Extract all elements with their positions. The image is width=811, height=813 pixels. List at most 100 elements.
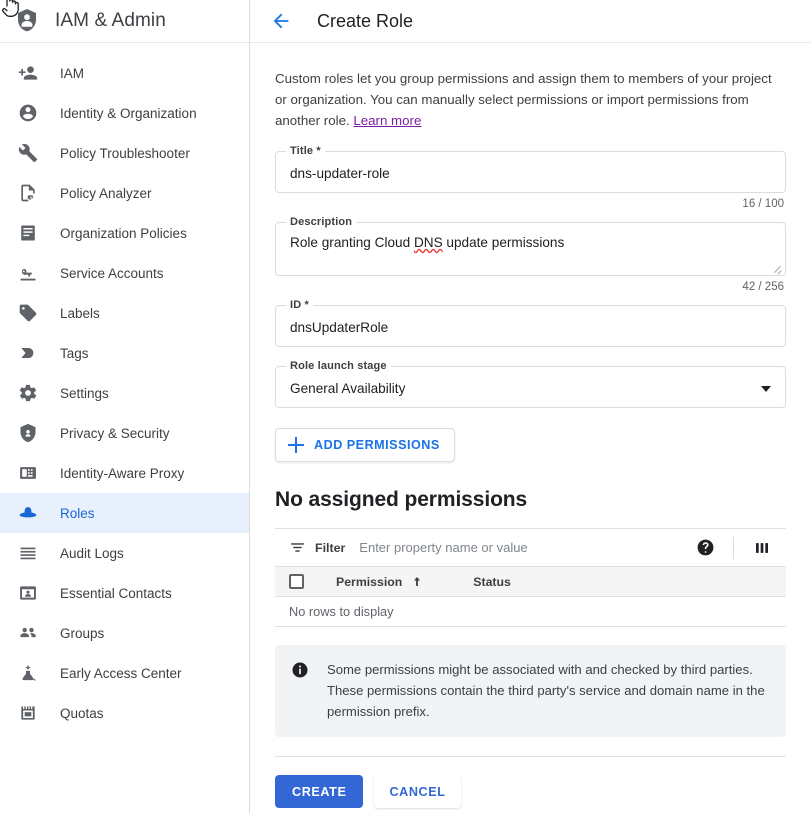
sidebar-item-policy-analyzer[interactable]: Policy Analyzer [0,173,249,213]
arrow-back-icon[interactable] [269,9,293,33]
sidebar-item-label: Settings [60,386,109,401]
sidebar-item-privacy-security[interactable]: Privacy & Security [0,413,249,453]
intro-paragraph: Custom roles let you group permissions a… [275,43,786,131]
description-text-after: update permissions [443,235,565,250]
sidebar-item-label: Policy Troubleshooter [60,146,190,161]
sidebar: IAM & Admin IAM Identity & Organization [0,0,250,813]
sidebar-item-label: Quotas [60,706,104,721]
key-card-icon [17,262,39,284]
tag-icon [17,302,39,324]
sort-ascending-icon[interactable] [411,575,423,588]
launch-stage-label: Role launch stage [286,360,391,372]
sidebar-item-quotas[interactable]: Quotas [0,693,249,733]
description-misspelled-word: DNS [414,235,443,250]
sidebar-item-iam[interactable]: IAM [0,53,249,93]
permissions-section-title: No assigned permissions [275,488,786,512]
launch-stage-value: General Availability [290,380,405,398]
description-input[interactable]: Description Role granting Cloud DNS upda… [275,222,786,276]
person-add-icon [17,62,39,84]
sidebar-item-early-access-center[interactable]: Early Access Center [0,653,249,693]
cancel-button[interactable]: CANCEL [374,775,460,808]
plus-icon [287,436,305,454]
create-button[interactable]: CREATE [275,775,363,808]
add-permissions-button[interactable]: ADD PERMISSIONS [275,428,455,462]
sidebar-item-label: Labels [60,306,100,321]
sidebar-item-label: Identity-Aware Proxy [60,466,184,481]
select-all-checkbox[interactable] [289,574,304,589]
action-buttons: CREATE CANCEL [275,775,786,808]
info-callout-text: Some permissions might be associated wit… [327,659,770,722]
sidebar-item-groups[interactable]: Groups [0,613,249,653]
list-document-icon [17,222,39,244]
sidebar-item-roles[interactable]: Roles [0,493,249,533]
textarea-resize-handle[interactable] [772,263,782,273]
id-field-wrapper: ID * dnsUpdaterRole [275,305,786,347]
sidebar-item-label: Tags [60,346,89,361]
lines-icon [17,542,39,564]
title-field-wrapper: Title * dns-updater-role 16 / 100 [275,151,786,210]
sidebar-item-audit-logs[interactable]: Audit Logs [0,533,249,573]
column-display-icon[interactable] [750,536,774,560]
column-header-permission-label: Permission [336,575,402,589]
chevron-down-icon[interactable] [761,386,771,392]
sidebar-item-label: Early Access Center [60,666,182,681]
toolbar-divider [733,537,734,559]
launch-stage-wrapper: Role launch stage General Availability [275,366,786,408]
sidebar-item-policy-troubleshooter[interactable]: Policy Troubleshooter [0,133,249,173]
page-title: Create Role [317,11,413,32]
account-circle-icon [17,102,39,124]
description-field-label: Description [286,216,356,228]
sidebar-item-label: Essential Contacts [60,586,172,601]
id-input[interactable]: ID * dnsUpdaterRole [275,305,786,347]
column-header-permission[interactable]: Permission [336,575,423,589]
table-header-row: Permission Status [275,567,786,597]
filter-input[interactable] [359,540,693,555]
document-gear-icon [17,182,39,204]
sidebar-item-identity-organization[interactable]: Identity & Organization [0,93,249,133]
intro-text: Custom roles let you group permissions a… [275,71,772,128]
filter-bar: Filter [275,529,786,567]
sidebar-item-label: Organization Policies [60,226,187,241]
shield-icon [17,422,39,444]
sidebar-nav: IAM Identity & Organization Policy Troub… [0,43,249,733]
main-header: Create Role [250,0,811,43]
main-content: Create Role Custom roles let you group p… [250,0,811,813]
sidebar-item-label: Service Accounts [60,266,164,281]
description-text-before: Role granting Cloud [290,235,414,250]
title-input[interactable]: Title * dns-updater-role [275,151,786,193]
filter-icon[interactable] [289,539,307,557]
title-char-counter: 16 / 100 [275,198,786,210]
sidebar-item-identity-aware-proxy[interactable]: Identity-Aware Proxy [0,453,249,493]
app-root: IAM & Admin IAM Identity & Organization [0,0,811,813]
contact-card-icon [17,582,39,604]
description-field-value: Role granting Cloud DNS update permissio… [290,234,771,252]
sidebar-item-essential-contacts[interactable]: Essential Contacts [0,573,249,613]
lab-alert-icon [17,662,39,684]
launch-stage-select[interactable]: Role launch stage General Availability [275,366,786,408]
add-permissions-label: ADD PERMISSIONS [314,438,440,452]
brand-title: IAM & Admin [55,10,166,32]
help-circle-icon[interactable] [693,536,717,560]
title-field-label: Title * [286,145,325,157]
sidebar-item-settings[interactable]: Settings [0,373,249,413]
launch-stage-row: General Availability [290,380,771,398]
sidebar-brand: IAM & Admin [0,0,249,43]
info-callout: Some permissions might be associated wit… [275,645,786,737]
quota-icon [17,702,39,724]
gear-icon [17,382,39,404]
sidebar-item-tags[interactable]: Tags [0,333,249,373]
id-field-value: dnsUpdaterRole [290,319,771,337]
hat-icon [17,502,39,524]
sidebar-item-organization-policies[interactable]: Organization Policies [0,213,249,253]
info-circle-icon [291,661,309,679]
wrench-icon [17,142,39,164]
sidebar-item-labels[interactable]: Labels [0,293,249,333]
description-char-counter: 42 / 256 [275,281,786,293]
add-permissions-wrapper: ADD PERMISSIONS [275,428,786,462]
learn-more-link[interactable]: Learn more [353,113,421,128]
sidebar-item-service-accounts[interactable]: Service Accounts [0,253,249,293]
table-empty-message: No rows to display [275,597,786,627]
people-icon [17,622,39,644]
column-header-status[interactable]: Status [473,575,511,589]
sidebar-item-label: Groups [60,626,104,641]
